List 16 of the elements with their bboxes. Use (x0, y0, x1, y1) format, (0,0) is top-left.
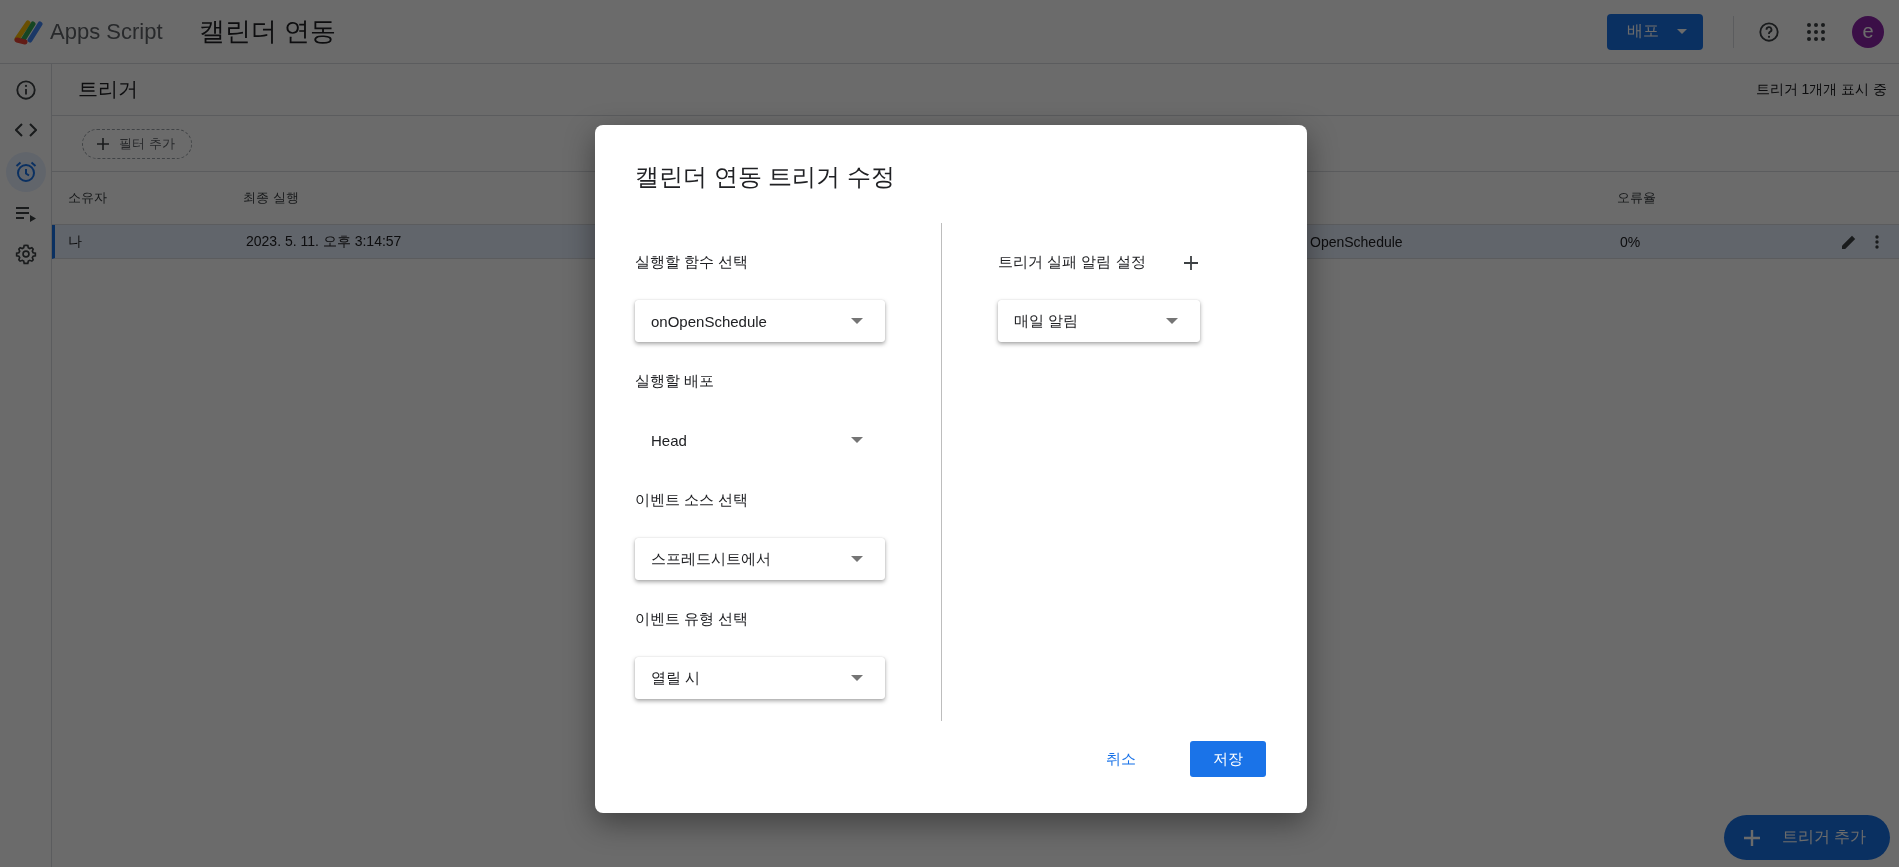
table-cell-text: 2023. 5. 11. 오후 3:14:57 (245, 232, 403, 251)
dialog-title: 캘린더 연동 트리거 수정 (635, 162, 896, 192)
column-header: 오류율 (1616, 189, 1657, 207)
field-label: 실행할 배포 (635, 372, 716, 391)
table-cell-text: 나 (67, 232, 83, 251)
trigger-count: 트리거 1개개 표시 중 (1755, 80, 1887, 99)
app-name: Apps Script (50, 18, 163, 45)
field-label: 실행할 함수 선택 (635, 253, 750, 272)
field-label: 트리거 실패 알림 설정 (998, 253, 1146, 272)
table-cell-text: 0% (1619, 233, 1642, 250)
field-label: 이벤트 소스 선택 (635, 491, 750, 510)
page-title: 트리거 (78, 77, 138, 102)
table-cell-text: OpenSchedule (1309, 233, 1404, 250)
field-label: 이벤트 유형 선택 (635, 610, 750, 629)
column-header: 소유자 (67, 189, 108, 207)
column-header: 최종 실행 (242, 189, 300, 207)
